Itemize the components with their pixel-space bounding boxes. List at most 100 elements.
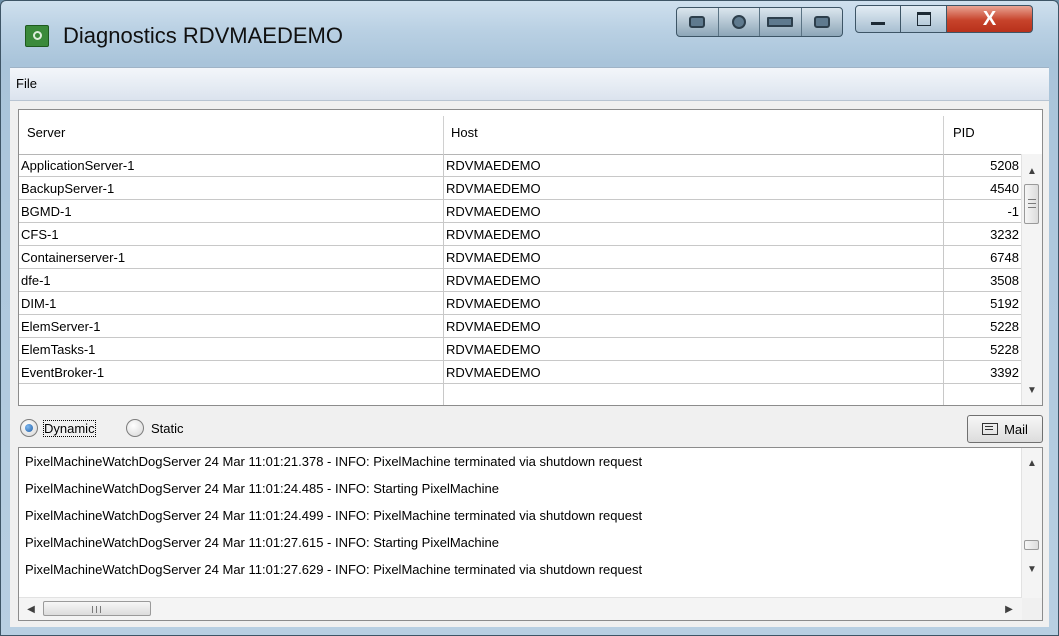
cell-host: RDVMAEDEMO	[446, 181, 541, 196]
log-line: PixelMachineWatchDogServer 24 Mar 11:01:…	[25, 562, 643, 577]
menu-bar: File	[10, 67, 1049, 101]
table-row[interactable]: BackupServer-1 RDVMAEDEMO 4540	[19, 177, 1023, 200]
log-vertical-scrollbar[interactable]: ▲ ▼	[1021, 448, 1042, 598]
arrow-down-icon[interactable]: ▼	[1022, 381, 1042, 399]
log-line: PixelMachineWatchDogServer 24 Mar 11:01:…	[25, 508, 643, 523]
aero-button-3[interactable]	[760, 8, 802, 36]
arrow-up-icon[interactable]: ▲	[1022, 454, 1042, 472]
cell-server: ElemServer-1	[21, 319, 101, 334]
cell-host: RDVMAEDEMO	[446, 365, 541, 380]
cell-host: RDVMAEDEMO	[446, 342, 541, 357]
grip-line	[1028, 203, 1036, 204]
dynamic-radio[interactable]	[20, 419, 38, 437]
cell-pid: 5208	[990, 158, 1019, 173]
grip-line	[1028, 207, 1036, 208]
grip-line	[92, 606, 93, 613]
arrow-left-icon[interactable]: ◀	[21, 600, 41, 618]
cell-server: BackupServer-1	[21, 181, 115, 196]
glyph-icon	[731, 15, 746, 29]
log-panel: PixelMachineWatchDogServer 24 Mar 11:01:…	[18, 447, 1043, 621]
glyph-icon	[767, 17, 794, 27]
table-row[interactable]: BGMD-1 RDVMAEDEMO -1	[19, 200, 1023, 223]
close-icon: X	[982, 7, 997, 30]
cell-server: ApplicationServer-1	[21, 158, 135, 173]
column-header-host[interactable]: Host	[451, 125, 478, 140]
arrow-right-icon[interactable]: ▶	[999, 600, 1019, 618]
column-divider[interactable]	[443, 116, 444, 154]
table-row[interactable]: ElemTasks-1 RDVMAEDEMO 5228	[19, 338, 1023, 361]
mode-bar: Dynamic Static Mail	[18, 411, 1043, 445]
table-row[interactable]: Containerserver-1 RDVMAEDEMO 6748	[19, 246, 1023, 269]
cell-pid: 3392	[990, 365, 1019, 380]
log-scroll-thumb[interactable]	[1024, 540, 1039, 550]
server-table: Server Host PID ApplicationServer-1 RDVMA…	[18, 109, 1043, 406]
cell-pid: 5228	[990, 342, 1019, 357]
log-line: PixelMachineWatchDogServer 24 Mar 11:01:…	[25, 454, 643, 469]
column-header-pid[interactable]: PID	[953, 125, 975, 140]
aero-button-2[interactable]	[719, 8, 760, 36]
cell-pid: 3232	[990, 227, 1019, 242]
window-title: Diagnostics RDVMAEDEMO	[63, 23, 343, 48]
glyph-icon	[813, 16, 830, 28]
cell-host: RDVMAEDEMO	[446, 204, 541, 219]
close-button[interactable]: X	[947, 5, 1033, 33]
caption-buttons: X	[855, 5, 1033, 35]
log-line: PixelMachineWatchDogServer 24 Mar 11:01:…	[25, 535, 499, 550]
cell-host: RDVMAEDEMO	[446, 227, 541, 242]
cell-pid: 4540	[990, 181, 1019, 196]
diagnostics-app-icon	[25, 25, 49, 47]
static-label[interactable]: Static	[151, 421, 184, 436]
arrow-down-icon[interactable]: ▼	[1022, 560, 1042, 578]
column-divider[interactable]	[943, 116, 944, 154]
mail-icon	[982, 423, 999, 435]
table-vertical-scrollbar[interactable]: ▲ ▼	[1021, 154, 1042, 405]
table-row[interactable]: ApplicationServer-1 RDVMAEDEMO 5208	[19, 154, 1023, 177]
cell-host: RDVMAEDEMO	[446, 319, 541, 334]
aero-button-1[interactable]	[677, 8, 719, 36]
cell-host: RDVMAEDEMO	[446, 273, 541, 288]
mail-button[interactable]: Mail	[967, 415, 1043, 443]
menu-file[interactable]: File	[16, 76, 37, 91]
arrow-up-icon[interactable]: ▲	[1022, 162, 1042, 180]
client-area: Server Host PID ApplicationServer-1 RDVMA…	[10, 101, 1049, 627]
title-bar[interactable]: Diagnostics RDVMAEDEMO X	[1, 1, 1058, 67]
table-body: ApplicationServer-1 RDVMAEDEMO 5208 Backup…	[19, 154, 1023, 384]
cell-pid: -1	[1007, 204, 1019, 219]
cell-server: ElemTasks-1	[21, 342, 96, 357]
grip-line	[96, 606, 97, 613]
log-line: PixelMachineWatchDogServer 24 Mar 11:01:…	[25, 481, 499, 496]
column-header-server[interactable]: Server	[27, 125, 65, 140]
grip-line	[100, 606, 101, 613]
cell-host: RDVMAEDEMO	[446, 296, 541, 311]
minimize-icon	[871, 21, 885, 25]
aero-extra-buttons	[676, 7, 843, 37]
cell-server: CFS-1	[21, 227, 59, 242]
aero-button-4[interactable]	[802, 8, 843, 36]
table-row[interactable]: dfe-1 RDVMAEDEMO 3508	[19, 269, 1023, 292]
cell-pid: 5228	[990, 319, 1019, 334]
mail-button-label: Mail	[1004, 421, 1028, 437]
table-row[interactable]: DIM-1 RDVMAEDEMO 5192	[19, 292, 1023, 315]
maximize-button[interactable]	[901, 5, 947, 33]
table-row[interactable]: ElemServer-1 RDVMAEDEMO 5228	[19, 315, 1023, 338]
maximize-icon	[916, 12, 931, 26]
log-hscroll-thumb[interactable]	[43, 601, 151, 616]
cell-server: DIM-1	[21, 296, 57, 311]
static-radio[interactable]	[126, 419, 144, 437]
table-header: Server Host PID	[19, 110, 1023, 155]
table-row[interactable]: CFS-1 RDVMAEDEMO 3232	[19, 223, 1023, 246]
cell-server: Containerserver-1	[21, 250, 126, 265]
dynamic-label[interactable]: Dynamic	[43, 420, 96, 437]
glyph-icon	[689, 16, 706, 28]
cell-host: RDVMAEDEMO	[446, 250, 541, 265]
cell-host: RDVMAEDEMO	[446, 158, 541, 173]
scroll-corner	[1022, 598, 1042, 620]
minimize-button[interactable]	[855, 5, 901, 33]
diagnostics-window: Diagnostics RDVMAEDEMO X File Server Hos…	[0, 0, 1059, 636]
table-scroll-thumb[interactable]	[1024, 184, 1039, 224]
cell-server: EventBroker-1	[21, 365, 105, 380]
grip-line	[1028, 199, 1036, 200]
cell-pid: 6748	[990, 250, 1019, 265]
table-row[interactable]: EventBroker-1 RDVMAEDEMO 3392	[19, 361, 1023, 384]
log-horizontal-scrollbar[interactable]: ◀ ▶	[19, 597, 1022, 620]
